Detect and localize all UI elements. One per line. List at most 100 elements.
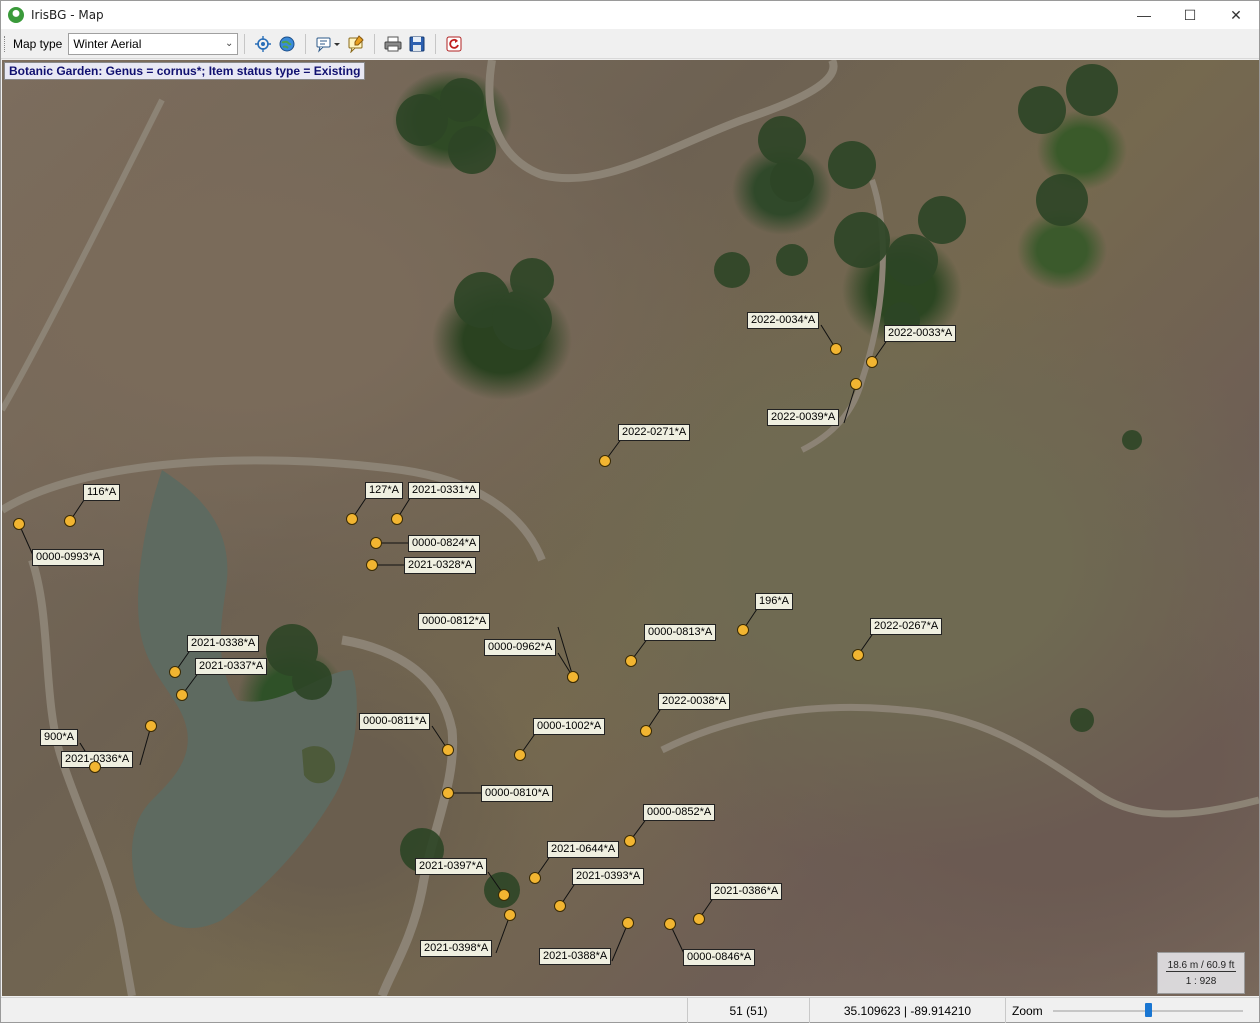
plant-marker[interactable] bbox=[599, 455, 611, 467]
plant-marker[interactable] bbox=[514, 749, 526, 761]
chevron-down-icon: ⌄ bbox=[224, 38, 234, 49]
save-button[interactable] bbox=[406, 33, 428, 55]
cursor-coordinates: 35.109623 | -89.914210 bbox=[809, 998, 1005, 1023]
locate-button[interactable] bbox=[252, 33, 274, 55]
close-button[interactable]: ✕ bbox=[1213, 1, 1259, 29]
zoom-label: Zoom bbox=[1012, 1003, 1043, 1018]
plant-callout[interactable]: 2021-0338*A bbox=[187, 635, 260, 652]
print-icon bbox=[384, 36, 402, 51]
plant-marker[interactable] bbox=[850, 378, 862, 390]
plant-marker[interactable] bbox=[529, 872, 541, 884]
record-count-text: 51 (51) bbox=[729, 1003, 768, 1018]
save-icon bbox=[409, 36, 425, 51]
plant-marker[interactable] bbox=[145, 720, 157, 732]
plant-callout[interactable]: 2021-0397*A bbox=[415, 858, 488, 875]
plant-marker[interactable] bbox=[498, 889, 510, 901]
maximize-button[interactable]: ☐ bbox=[1167, 1, 1213, 29]
plant-callout[interactable]: 2021-0386*A bbox=[710, 883, 783, 900]
minimize-button[interactable]: — bbox=[1121, 1, 1167, 29]
reset-button[interactable] bbox=[443, 33, 465, 55]
plant-marker[interactable] bbox=[737, 624, 749, 636]
toolbar-separator bbox=[374, 33, 376, 54]
plant-callout[interactable]: 0000-0993*A bbox=[32, 549, 105, 566]
plant-marker[interactable] bbox=[866, 356, 878, 368]
plant-callout[interactable]: 2022-0033*A bbox=[884, 325, 957, 342]
plant-callout[interactable]: 2021-0644*A bbox=[547, 841, 620, 858]
plant-callout[interactable]: 2022-0034*A bbox=[747, 312, 820, 329]
plant-callout[interactable]: 2021-0328*A bbox=[404, 557, 477, 574]
plant-marker[interactable] bbox=[554, 900, 566, 912]
globe-button[interactable] bbox=[276, 33, 298, 55]
plant-callout[interactable]: 0000-0810*A bbox=[481, 785, 554, 802]
coordinates-text: 35.109623 | -89.914210 bbox=[843, 1003, 972, 1018]
plant-callout[interactable]: 0000-0846*A bbox=[683, 949, 756, 966]
title-bar: IrisBG - Map — ☐ ✕ bbox=[1, 1, 1259, 29]
map-toolbar: Map type Winter Aerial ⌄ bbox=[1, 29, 1259, 59]
aerial-map[interactable]: Botanic Garden: Genus = cornus*; Item st… bbox=[2, 60, 1259, 996]
globe-icon bbox=[279, 36, 295, 51]
status-bar: 51 (51) 35.109623 | -89.914210 Zoom bbox=[1, 997, 1259, 1023]
plant-callout[interactable]: 196*A bbox=[755, 593, 793, 610]
plant-marker[interactable] bbox=[13, 518, 25, 530]
plant-callout[interactable]: 0000-0852*A bbox=[643, 804, 716, 821]
plant-marker[interactable] bbox=[852, 649, 864, 661]
reset-icon bbox=[446, 36, 462, 51]
plant-callout[interactable]: 0000-0811*A bbox=[359, 713, 431, 730]
plant-callout[interactable]: 0000-1002*A bbox=[533, 718, 606, 735]
plant-marker[interactable] bbox=[567, 671, 579, 683]
plant-marker[interactable] bbox=[176, 689, 188, 701]
plant-marker[interactable] bbox=[664, 918, 676, 930]
plant-callout[interactable]: 2021-0388*A bbox=[539, 948, 612, 965]
plant-callout[interactable]: 2021-0393*A bbox=[572, 868, 645, 885]
plant-callout[interactable]: 2022-0038*A bbox=[658, 693, 731, 710]
plant-callout[interactable]: 2022-0039*A bbox=[767, 409, 840, 426]
plant-callout[interactable]: 116*A bbox=[83, 484, 121, 501]
plant-callout[interactable]: 900*A bbox=[40, 729, 78, 746]
zoom-slider-thumb[interactable] bbox=[1145, 1003, 1152, 1017]
note-button[interactable] bbox=[345, 33, 367, 55]
plant-callout[interactable]: 127*A bbox=[365, 482, 403, 499]
plant-callout[interactable]: 2021-0331*A bbox=[408, 482, 481, 499]
plant-marker[interactable] bbox=[442, 744, 454, 756]
scale-ratio: 1 : 928 bbox=[1185, 976, 1217, 987]
window-title: IrisBG - Map bbox=[31, 8, 104, 22]
plant-callout[interactable]: 0000-0813*A bbox=[644, 624, 717, 641]
plant-callout[interactable]: 0000-0962*A bbox=[484, 639, 557, 656]
map-type-value: Winter Aerial bbox=[73, 36, 142, 51]
map-window: IrisBG - Map — ☐ ✕ Map type Winter Aeria… bbox=[0, 0, 1260, 1023]
app-logo-icon bbox=[8, 7, 24, 23]
plant-marker[interactable] bbox=[624, 835, 636, 847]
window-controls: — ☐ ✕ bbox=[1121, 1, 1259, 29]
plant-marker[interactable] bbox=[366, 559, 378, 571]
plant-marker[interactable] bbox=[370, 537, 382, 549]
scale-distance: 18.6 m / 60.9 ft bbox=[1166, 955, 1236, 972]
toolbar-grip[interactable] bbox=[4, 35, 7, 52]
plant-marker[interactable] bbox=[504, 909, 516, 921]
plant-callout[interactable]: 2022-0271*A bbox=[618, 424, 691, 441]
note-icon bbox=[348, 34, 365, 53]
plant-marker[interactable] bbox=[830, 343, 842, 355]
plant-marker[interactable] bbox=[442, 787, 454, 799]
plant-marker[interactable] bbox=[693, 913, 705, 925]
map-type-select[interactable]: Winter Aerial ⌄ bbox=[68, 32, 239, 55]
status-cell-blank bbox=[1, 998, 687, 1023]
comment-dropdown-button[interactable] bbox=[313, 33, 343, 55]
plant-callout[interactable]: 2022-0267*A bbox=[870, 618, 943, 635]
plant-marker[interactable] bbox=[391, 513, 403, 525]
map-scale: 18.6 m / 60.9 ft 1 : 928 bbox=[1157, 952, 1245, 994]
plant-callout[interactable]: 0000-0824*A bbox=[408, 535, 481, 552]
toolbar-separator bbox=[244, 33, 246, 54]
print-button[interactable] bbox=[382, 33, 404, 55]
plant-marker[interactable] bbox=[625, 655, 637, 667]
comment-dropdown-icon bbox=[316, 37, 341, 53]
plant-callout[interactable]: 2021-0398*A bbox=[420, 940, 493, 957]
plant-callout[interactable]: 0000-0812*A bbox=[418, 613, 491, 630]
plant-marker[interactable] bbox=[169, 666, 181, 678]
plant-marker[interactable] bbox=[89, 761, 101, 773]
map-type-label: Map type bbox=[13, 36, 63, 51]
plant-marker[interactable] bbox=[346, 513, 358, 525]
plant-marker[interactable] bbox=[64, 515, 76, 527]
plant-marker[interactable] bbox=[622, 917, 634, 929]
plant-marker[interactable] bbox=[640, 725, 652, 737]
plant-callout[interactable]: 2021-0337*A bbox=[195, 658, 268, 675]
